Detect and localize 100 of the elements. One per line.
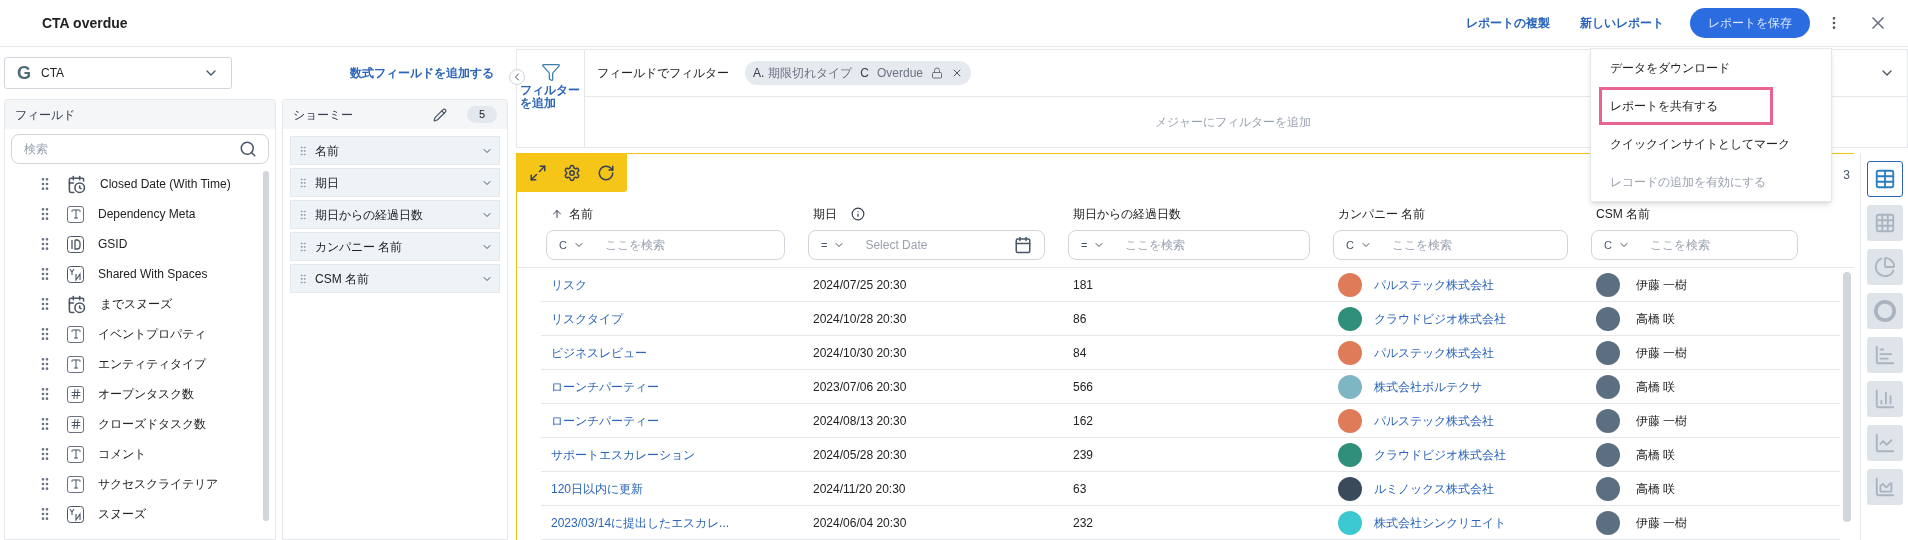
settings-icon[interactable] xyxy=(563,164,581,182)
company-link[interactable]: クラウドビジオ株式会社 xyxy=(1374,445,1506,464)
show-me-item[interactable]: CSM 名前 xyxy=(315,269,369,288)
menu-item[interactable]: クイックインサイトとしてマーク xyxy=(1599,125,1823,163)
table-cell: 2024/08/13 20:30 xyxy=(813,413,907,428)
field-item[interactable]: GSID xyxy=(98,235,128,253)
column-header[interactable]: カンパニー 名前 xyxy=(1338,205,1426,223)
column-filter[interactable]: C ここを検索 xyxy=(1591,230,1798,260)
header-link[interactable]: 新しいレポート xyxy=(1580,14,1664,32)
panel-title: フィールド xyxy=(15,106,75,124)
report-title: CTA overdue xyxy=(42,13,128,33)
field-item[interactable]: クローズドタスク数 xyxy=(98,415,206,433)
name-link[interactable]: リスク xyxy=(551,277,587,292)
info-icon[interactable] xyxy=(851,207,865,221)
column-header[interactable]: CSM 名前 xyxy=(1596,205,1650,223)
scrollbar-thumb[interactable] xyxy=(1843,272,1851,522)
drag-handle-icon[interactable] xyxy=(297,144,309,157)
scrollbar-thumb[interactable] xyxy=(263,171,269,521)
calendar-icon[interactable] xyxy=(1014,236,1032,254)
company-link[interactable]: 株式会社シンクリエイト xyxy=(1374,513,1506,532)
text-type-icon xyxy=(67,325,84,343)
operator-select[interactable]: = xyxy=(1081,236,1106,254)
field-item[interactable]: スヌーズ xyxy=(98,505,146,523)
company-link[interactable]: パルステック株式会社 xyxy=(1374,275,1494,294)
filter-chip[interactable]: A. 期限切れタイプ C Overdue xyxy=(745,61,972,85)
menu-item[interactable]: レポートを共有する xyxy=(1599,87,1773,125)
column-filter[interactable]: C ここを検索 xyxy=(1333,230,1568,260)
avatar xyxy=(1596,510,1620,535)
table-cell: 2024/11/20 20:30 xyxy=(813,481,906,496)
name-link[interactable]: 2023/03/14に提出したエスカレ... xyxy=(551,515,730,530)
show-me-item[interactable]: 名前 xyxy=(315,141,339,160)
drag-handle-icon[interactable] xyxy=(297,240,309,253)
name-link[interactable]: サポートエスカレーション xyxy=(551,447,695,462)
field-search-input[interactable]: 検索 xyxy=(11,134,269,164)
name-link[interactable]: ローンチパーティー xyxy=(551,379,659,394)
horizontal-bar-chart-icon xyxy=(1873,344,1896,366)
add-filter-button[interactable]: フィルターを追加 xyxy=(517,50,585,147)
operator-select[interactable]: C xyxy=(1346,236,1372,254)
field-item[interactable]: Shared With Spaces xyxy=(98,265,208,283)
column-search-input[interactable]: ここを検索 xyxy=(1649,236,1785,254)
field-item[interactable]: イベントプロパティ xyxy=(98,325,206,343)
field-item[interactable]: エンティティタイプ xyxy=(98,355,206,373)
company-link[interactable]: パルステック株式会社 xyxy=(1374,343,1494,362)
header-link[interactable]: レポートの複製 xyxy=(1466,14,1550,32)
table-cell: 2024/10/30 20:30 xyxy=(813,345,907,360)
operator-select[interactable]: C xyxy=(559,236,585,254)
menu-item[interactable]: データをダウンロード xyxy=(1599,49,1823,87)
yes-no-type-icon xyxy=(67,505,84,523)
column-header[interactable]: 期日からの経過日数 xyxy=(1073,205,1181,223)
column-search-input[interactable]: Select Date xyxy=(865,236,1004,254)
avatar xyxy=(1596,340,1620,365)
company-link[interactable]: ルミノックス株式会社 xyxy=(1374,479,1494,498)
name-link[interactable]: リスクタイプ xyxy=(551,311,623,326)
table-cell-text: 高橋 咲 xyxy=(1636,310,1676,328)
lock-icon[interactable] xyxy=(931,67,944,79)
table-cell: 2023/07/06 20:30 xyxy=(813,379,907,394)
expand-icon[interactable] xyxy=(529,164,547,182)
operator-select[interactable]: C xyxy=(1604,236,1630,254)
column-filter[interactable]: = ここを検索 xyxy=(1068,230,1310,260)
edit-icon[interactable] xyxy=(432,107,447,122)
hash-icon xyxy=(67,385,84,403)
table-cell-text: 伊藤 一樹 xyxy=(1636,344,1688,362)
table-cell-text: 伊藤 一樹 xyxy=(1636,514,1688,532)
field-item[interactable]: Dependency Meta xyxy=(98,205,196,223)
field-item[interactable]: サクセスクライテリア xyxy=(98,475,218,493)
refresh-icon[interactable] xyxy=(597,164,615,182)
drag-handle-icon[interactable] xyxy=(297,176,309,189)
name-link[interactable]: 120日以内に更新 xyxy=(551,481,644,496)
company-link[interactable]: クラウドビジオ株式会社 xyxy=(1374,309,1506,328)
name-link[interactable]: ローンチパーティー xyxy=(551,413,659,428)
column-search-input[interactable]: ここを検索 xyxy=(1391,236,1555,254)
sort-ascending-icon[interactable] xyxy=(551,208,563,220)
field-item[interactable]: Closed Date (With Time) xyxy=(100,175,231,193)
field-item[interactable]: コメント xyxy=(98,445,146,463)
add-formula-field-link[interactable]: 数式フィールドを追加する xyxy=(350,64,494,82)
company-link[interactable]: 株式会社ボルテクサ xyxy=(1374,377,1482,396)
column-filter[interactable]: = Select Date xyxy=(808,230,1045,260)
field-item[interactable]: オープンタスク数 xyxy=(98,385,194,403)
company-link[interactable]: パルステック株式会社 xyxy=(1374,411,1494,430)
column-search-input[interactable]: ここを検索 xyxy=(1125,236,1297,254)
panel-title: ショーミー xyxy=(293,106,353,124)
operator-select[interactable]: = xyxy=(821,236,846,254)
show-me-item[interactable]: 期日 xyxy=(315,173,339,192)
column-search-input[interactable]: ここを検索 xyxy=(604,236,772,254)
table-cell-text: 伊藤 一樹 xyxy=(1636,276,1688,294)
chart-type-button[interactable] xyxy=(1866,161,1903,197)
name-link[interactable]: ビジネスレビュー xyxy=(551,345,647,360)
column-header[interactable]: 名前 xyxy=(569,205,593,223)
text-type-icon xyxy=(67,355,84,373)
field-item[interactable]: までスヌーズ xyxy=(100,295,172,313)
drag-handle-icon[interactable] xyxy=(297,208,309,221)
grid-icon xyxy=(1873,212,1896,234)
drag-handle-icon[interactable] xyxy=(297,272,309,285)
filter-by-field-label: フィールドでフィルター xyxy=(597,65,729,82)
yes-no-type-icon xyxy=(67,265,84,283)
save-report-button[interactable]: レポートを保存 xyxy=(1690,8,1810,38)
source-select[interactable]: G CTA xyxy=(4,57,232,89)
column-filter[interactable]: C ここを検索 xyxy=(546,230,785,260)
column-header[interactable]: 期日 xyxy=(813,205,837,223)
table-cell-text: 伊藤 一樹 xyxy=(1636,412,1688,430)
